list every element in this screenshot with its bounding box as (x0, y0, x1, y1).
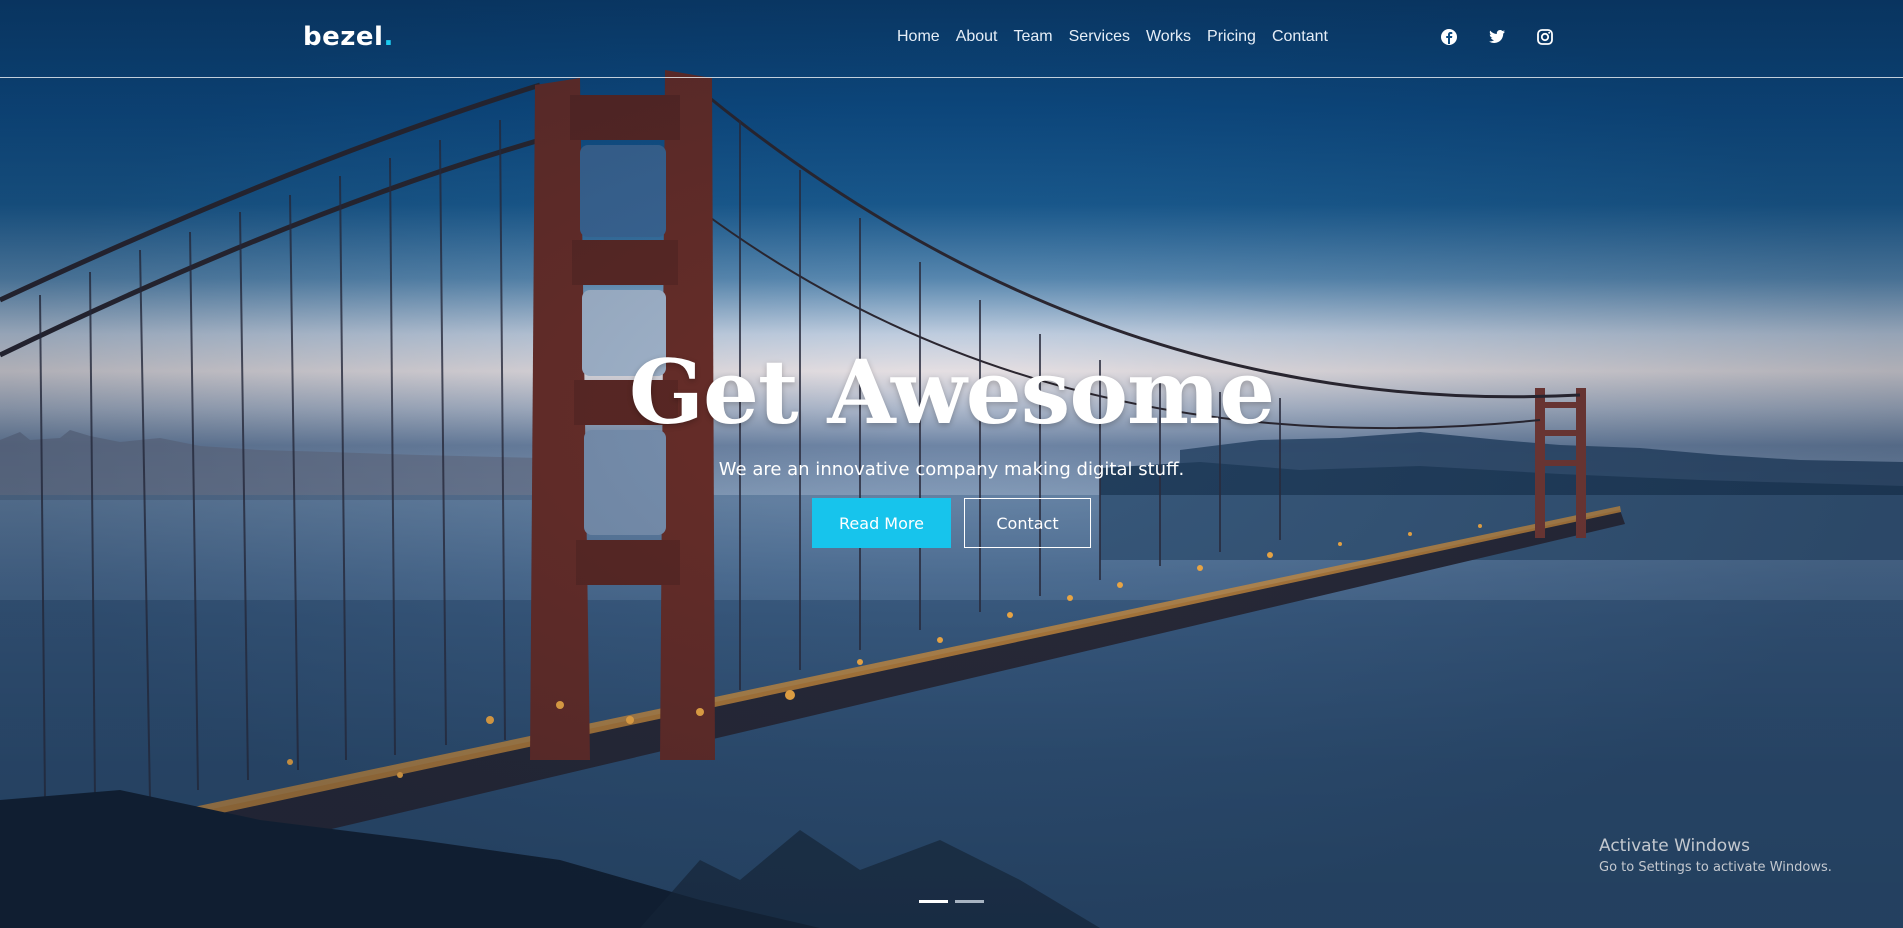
nav-pricing[interactable]: Pricing (1207, 28, 1256, 46)
nav-works[interactable]: Works (1146, 28, 1191, 46)
slider-dots (919, 900, 991, 903)
facebook-icon[interactable] (1440, 28, 1458, 46)
brand-dot: . (383, 22, 394, 52)
hero-title: Get Awesome (628, 340, 1275, 444)
site-header: bezel. Home About Team Services Works Pr… (0, 0, 1903, 78)
nav-about[interactable]: About (956, 28, 998, 46)
nav-contact[interactable]: Contant (1272, 28, 1328, 46)
slide-dot-2[interactable] (955, 900, 984, 903)
read-more-button[interactable]: Read More (812, 498, 951, 548)
twitter-icon[interactable] (1488, 28, 1506, 46)
activate-windows-subtitle: Go to Settings to activate Windows. (1599, 860, 1832, 875)
instagram-icon[interactable] (1536, 28, 1554, 46)
brand-name: bezel (303, 22, 384, 52)
brand-logo[interactable]: bezel. (303, 22, 394, 52)
activate-windows-watermark: Activate Windows Go to Settings to activ… (1599, 836, 1832, 875)
nav-services[interactable]: Services (1069, 28, 1130, 46)
social-links (1440, 28, 1554, 46)
nav-home[interactable]: Home (897, 28, 940, 46)
hero-subtitle: We are an innovative company making digi… (718, 459, 1185, 480)
nav-team[interactable]: Team (1014, 28, 1053, 46)
slide-dot-1[interactable] (919, 900, 948, 903)
activate-windows-title: Activate Windows (1599, 836, 1750, 856)
main-nav: Home About Team Services Works Pricing C… (897, 28, 1344, 46)
contact-button[interactable]: Contact (964, 498, 1091, 548)
